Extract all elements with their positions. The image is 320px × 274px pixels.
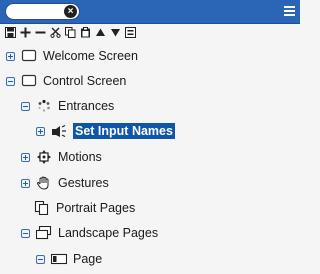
tree-item-gestures[interactable]: Gestures bbox=[21, 173, 109, 193]
tree-item-label: Gestures bbox=[58, 176, 109, 190]
tree-item-label: Motions bbox=[58, 150, 102, 164]
entrances-spinner-icon bbox=[36, 99, 52, 113]
motions-icon bbox=[36, 150, 52, 164]
paste-icon[interactable] bbox=[79, 26, 91, 38]
page-icon bbox=[51, 252, 67, 266]
tree-item-label: Entrances bbox=[58, 99, 115, 113]
script-action-icon bbox=[51, 124, 67, 138]
menu-icon[interactable] bbox=[284, 6, 295, 17]
clear-search-icon[interactable]: × bbox=[64, 5, 77, 18]
tree-item-label: Welcome Screen bbox=[43, 49, 138, 63]
add-icon[interactable] bbox=[19, 26, 31, 38]
move-up-icon[interactable] bbox=[94, 26, 106, 38]
expand-toggle[interactable] bbox=[21, 178, 30, 188]
expand-toggle[interactable] bbox=[36, 126, 45, 136]
top-bar: × bbox=[0, 0, 300, 24]
cut-icon[interactable] bbox=[49, 26, 61, 38]
save-icon[interactable] bbox=[4, 26, 16, 38]
copy-icon[interactable] bbox=[64, 26, 76, 38]
tree-item-control-screen[interactable]: Control Screen bbox=[6, 71, 126, 91]
collapse-toggle[interactable] bbox=[21, 101, 30, 111]
tree-item-label: Set Input Names bbox=[73, 123, 175, 139]
collapse-toggle[interactable] bbox=[6, 76, 15, 86]
tree-item-portrait-pages[interactable]: Portrait Pages bbox=[34, 198, 135, 218]
expand-toggle[interactable] bbox=[6, 51, 15, 61]
landscape-pages-icon bbox=[36, 226, 52, 240]
tree-item-entrances[interactable]: Entrances bbox=[21, 96, 114, 116]
tree-item-landscape-pages[interactable]: Landscape Pages bbox=[21, 223, 158, 243]
properties-icon[interactable] bbox=[124, 26, 136, 38]
tree-item-label: Landscape Pages bbox=[58, 226, 159, 240]
tree-item-welcome-screen[interactable]: Welcome Screen bbox=[6, 46, 138, 66]
portrait-pages-icon bbox=[34, 201, 50, 215]
tree-item-motions[interactable]: Motions bbox=[21, 147, 102, 167]
screen-icon bbox=[21, 49, 37, 63]
remove-icon[interactable] bbox=[34, 26, 46, 38]
tree-item-set-input-names[interactable]: Set Input Names bbox=[36, 121, 175, 141]
move-down-icon[interactable] bbox=[109, 26, 121, 38]
toolbar bbox=[0, 24, 300, 40]
screen-icon bbox=[21, 74, 37, 88]
collapse-toggle[interactable] bbox=[36, 254, 45, 264]
search-box: × bbox=[5, 3, 80, 20]
collapse-toggle[interactable] bbox=[21, 228, 30, 238]
tree-item-label: Control Screen bbox=[43, 74, 127, 88]
tree-item-label: Page bbox=[73, 252, 103, 266]
hand-gesture-icon bbox=[36, 176, 52, 190]
tree-item-label: Portrait Pages bbox=[56, 201, 136, 215]
tree-item-page[interactable]: Page bbox=[36, 249, 102, 269]
expand-toggle[interactable] bbox=[21, 152, 30, 162]
search-input[interactable] bbox=[12, 5, 64, 19]
